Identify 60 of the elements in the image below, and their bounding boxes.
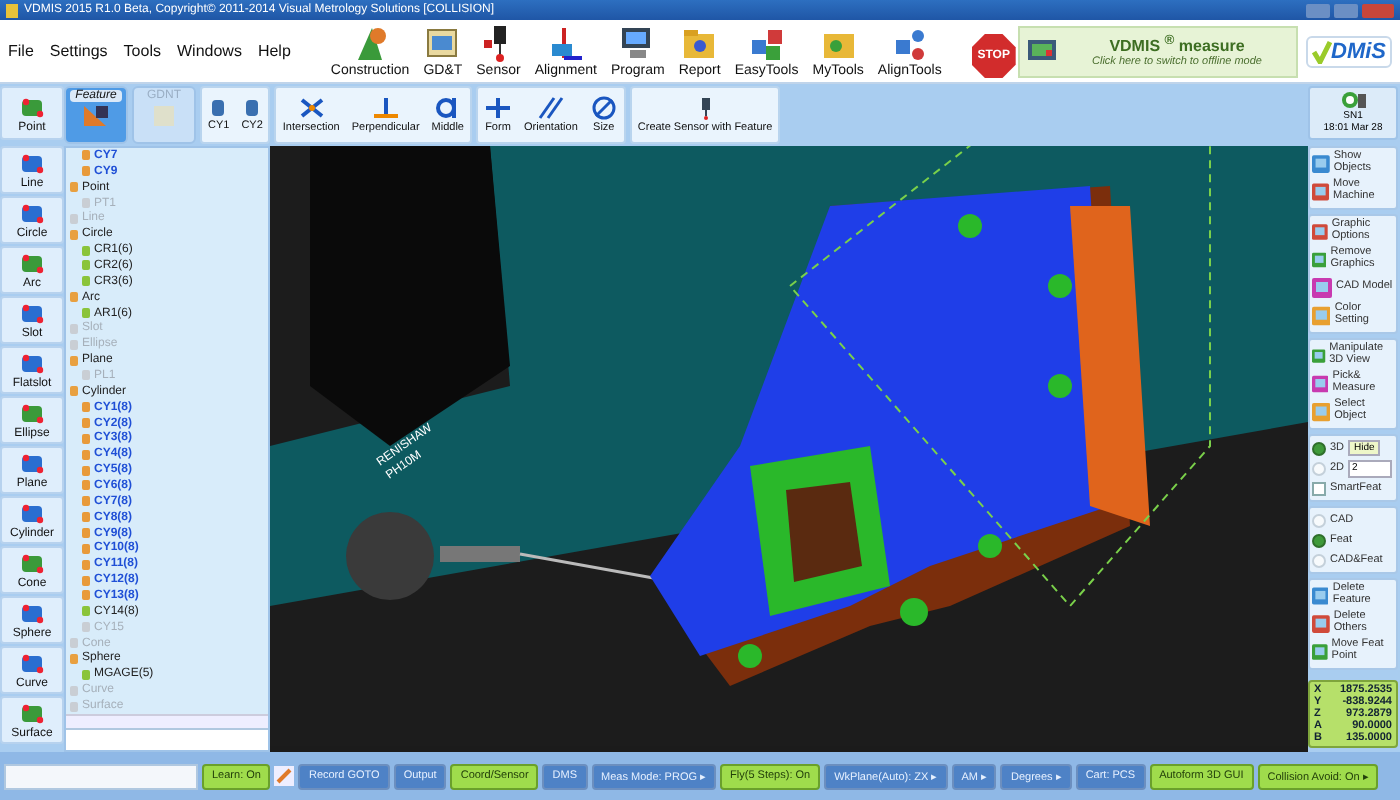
shape-icon	[18, 93, 46, 119]
cubes-icon	[747, 24, 786, 62]
square-icon	[1312, 182, 1330, 202]
maximize-button[interactable]	[1334, 3, 1358, 17]
shape-icon	[18, 150, 46, 176]
shape-icon	[18, 650, 46, 676]
square-icon	[1312, 374, 1329, 394]
mode-title: VDMIS $^{®}$ measure	[1109, 34, 1245, 56]
menu-item[interactable]: Windows	[176, 42, 242, 60]
square-icon	[1312, 278, 1332, 298]
gauge-icon	[1339, 90, 1367, 110]
radio-button[interactable]	[1312, 441, 1326, 455]
app-icon	[6, 3, 18, 17]
shape-icon	[18, 350, 46, 376]
axes-icon	[546, 24, 585, 62]
parallel-lines-icon	[536, 95, 565, 120]
picture-icon	[423, 24, 462, 62]
square-icon	[1312, 250, 1327, 270]
shape-icon	[18, 550, 46, 576]
menu-item[interactable]: Help	[257, 42, 291, 60]
shape-icon	[18, 500, 46, 526]
menu-item[interactable]: File	[8, 42, 34, 60]
menu-item[interactable]: Settings	[49, 42, 108, 60]
shape-icon	[18, 400, 46, 426]
cylinder-icon	[244, 97, 261, 118]
square-icon	[1312, 222, 1328, 242]
document-icon	[150, 104, 178, 128]
logo: DMiS	[1305, 35, 1392, 67]
shape-icon	[18, 300, 46, 326]
check-icon	[1311, 39, 1331, 63]
triangle-ruler-icon	[82, 104, 110, 128]
radio-button[interactable]	[1312, 533, 1326, 547]
circle-diameter-icon	[589, 95, 618, 120]
square-icon	[1312, 642, 1328, 662]
close-button[interactable]	[1362, 3, 1394, 17]
square-icon	[1312, 586, 1329, 606]
square-icon	[1312, 306, 1331, 326]
menu-item[interactable]: Tools	[123, 42, 161, 60]
pencil-icon	[274, 766, 295, 786]
target-icon	[433, 95, 462, 120]
monitor-icon	[1027, 39, 1055, 63]
cross-icon	[297, 95, 326, 120]
cubes-icon	[890, 24, 929, 62]
square-icon	[1312, 154, 1330, 174]
square-icon	[1312, 402, 1331, 422]
scrollbar[interactable]	[66, 714, 268, 728]
shape-icon	[18, 600, 46, 626]
shape-icon	[18, 250, 46, 276]
cylinder-icon	[210, 97, 227, 118]
perpendicular-icon	[371, 95, 400, 120]
square-icon	[1312, 614, 1330, 634]
shape-icon	[18, 450, 46, 476]
folder-icon	[680, 24, 719, 62]
minimize-button[interactable]	[1306, 3, 1330, 17]
shape-icon	[18, 700, 46, 726]
checkbox[interactable]	[1312, 481, 1326, 495]
crosshair-icon	[483, 95, 512, 120]
shape-icon	[18, 200, 46, 226]
square-icon	[1312, 346, 1326, 366]
command-field[interactable]	[4, 763, 198, 789]
